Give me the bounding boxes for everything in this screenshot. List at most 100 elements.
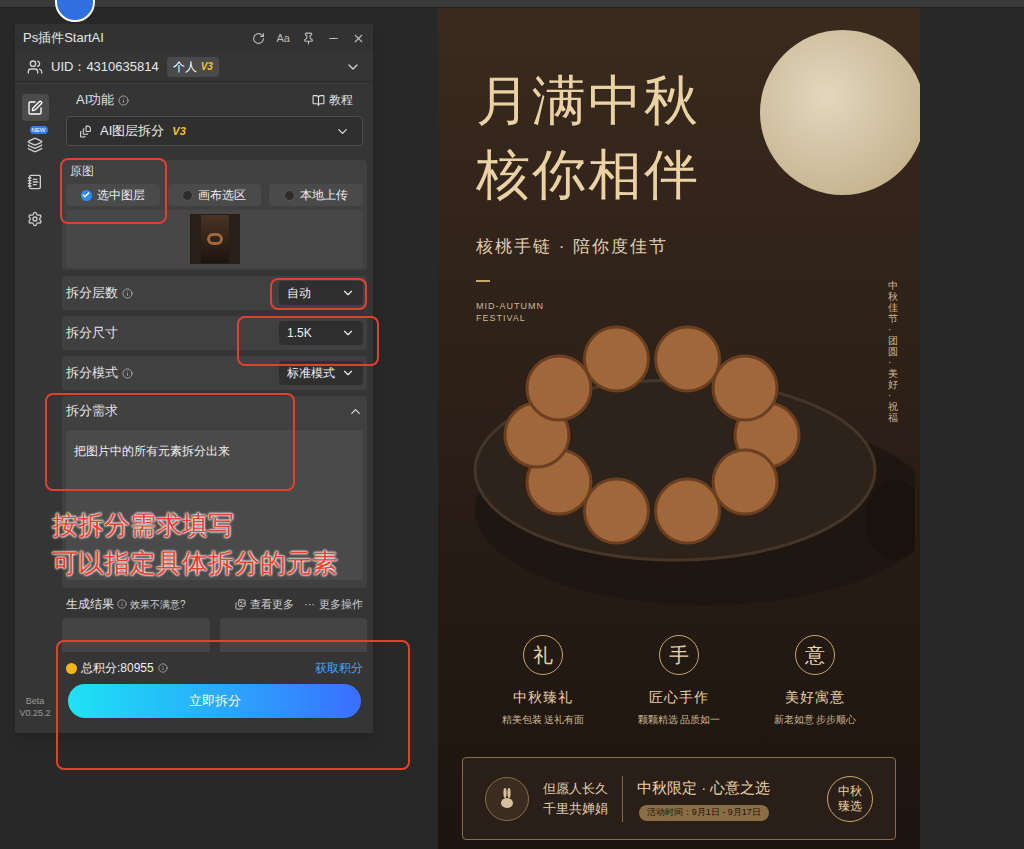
footer-seal: 中秋臻选	[827, 776, 873, 822]
feature: 手匠心手作颗颗精选 品质如一	[611, 635, 747, 727]
sidebar: NEW BetaV0.25.2	[15, 82, 55, 733]
user-row[interactable]: UID：4310635814 个人V3	[15, 52, 373, 82]
sidebar-item-icon	[27, 137, 43, 153]
radio-empty-icon	[182, 190, 193, 201]
info-icon[interactable]	[118, 95, 129, 106]
function-label: AI功能	[76, 90, 129, 110]
submit-button[interactable]: 立即拆分	[68, 684, 361, 718]
ruler	[0, 0, 1024, 8]
side-text: 中秋佳节·团圆·美好·祝福	[888, 280, 898, 423]
chevron-down-icon	[341, 326, 355, 340]
close-icon[interactable]	[352, 32, 365, 45]
poster-title: 月满中秋	[476, 64, 920, 138]
footer-offer: 中秋限定 · 心意之选活动时间：9月1日 - 9月17日	[637, 777, 770, 821]
setting-dropdown[interactable]: 1.5K	[279, 321, 363, 345]
new-badge: NEW	[30, 126, 48, 134]
info-icon[interactable]	[122, 368, 133, 379]
setting-row: 拆分尺寸1.5K	[62, 316, 367, 350]
poster-title: 核你相伴	[476, 138, 920, 212]
version: BetaV0.25.2	[19, 695, 50, 733]
result-card[interactable]	[220, 618, 368, 652]
info-icon[interactable]	[158, 663, 168, 673]
source-preview	[66, 210, 363, 268]
function-header: AI功能 教程	[62, 90, 367, 110]
radio-empty-icon	[284, 190, 295, 201]
chevron-down-icon	[341, 286, 355, 300]
radio-checked-icon	[81, 190, 92, 201]
results-hint[interactable]: 效果不满意?	[130, 597, 186, 612]
results-header: 生成结果效果不满意?查看更多···更多操作	[62, 596, 367, 612]
minimize-icon[interactable]	[327, 32, 340, 45]
window-controls: Aa	[252, 30, 365, 47]
refresh-icon[interactable]	[252, 32, 265, 45]
poster-header: 月满中秋核你相伴核桃手链 · 陪你度佳节 MID-AUTUMNFESTIVAL	[438, 8, 920, 324]
result-card[interactable]	[62, 618, 210, 652]
footer-divider	[622, 776, 623, 822]
setting-row: 拆分模式标准模式	[62, 356, 367, 390]
annotation-box	[237, 316, 379, 366]
pin-icon[interactable]	[302, 32, 315, 45]
source-radio[interactable]: 选中图层	[66, 184, 160, 206]
photoshop-workspace: Ps插件StartAI Aa UID：4310635814 个人V3 NEW BetaV0…	[0, 0, 1024, 849]
panel-main: AI功能 教程 AI图层拆分V3 原图选中图层画布选区本地上传拆分层数自动拆分尺寸1.…	[55, 82, 373, 733]
poster-features: 礼中秋臻礼精美包装 送礼有面手匠心手作颗颗精选 品质如一意美好寓意新老如意 步步…	[438, 635, 920, 727]
font-button[interactable]: Aa	[277, 30, 290, 47]
poster-footer: 但愿人长久千里共婵娟中秋限定 · 心意之选活动时间：9月1日 - 9月17日 中秋…	[462, 757, 896, 840]
book-icon	[312, 94, 325, 107]
poster-subtitle: 核桃手链 · 陪你度佳节	[476, 234, 920, 260]
annotation-box	[56, 640, 410, 770]
sidebar-item-icon	[27, 211, 43, 227]
info-icon[interactable]	[122, 288, 133, 299]
thumbnail	[190, 214, 240, 264]
annotation-box	[60, 158, 167, 224]
uid: UID：4310635814	[51, 57, 159, 77]
function-select[interactable]: AI图层拆分V3	[66, 116, 363, 146]
result-cards	[62, 618, 367, 652]
points-row: 总积分:80955获取积分	[66, 658, 363, 678]
sidebar-item[interactable]	[22, 94, 49, 121]
view-more[interactable]: 查看更多	[235, 596, 294, 613]
festival-text: MID-AUTUMNFESTIVAL	[476, 300, 920, 324]
get-points-link[interactable]: 获取积分	[315, 659, 363, 677]
setting-row: 拆分层数自动	[62, 276, 367, 310]
rabbit-icon	[485, 777, 529, 821]
poster-canvas: 中秋佳节·团圆·美好·祝福 月满中秋核你相伴核桃手链 · 陪你度佳节 MID-AUT…	[438, 8, 920, 849]
panel-title: Ps插件StartAI	[23, 28, 104, 48]
annotation-box	[45, 393, 295, 491]
sidebar-item-icon	[27, 100, 43, 116]
annotation-note: 按拆分需求填写可以指定具体拆分的元素	[52, 506, 338, 582]
panel-footer: 总积分:80955获取积分立即拆分	[62, 652, 367, 733]
annotation-box	[270, 278, 367, 310]
sidebar-item[interactable]: NEW	[22, 131, 49, 158]
info-icon[interactable]	[117, 599, 127, 609]
poem: 但愿人长久千里共婵娟	[543, 779, 608, 819]
sidebar-item-icon	[27, 174, 43, 190]
sidebar-item[interactable]	[22, 168, 49, 195]
panel-body: NEW BetaV0.25.2 AI功能 教程 AI图层拆分V3 原图选中图层画布选区本地…	[15, 82, 373, 733]
collapse-icon	[348, 404, 363, 419]
plan-badge: 个人V3	[167, 57, 219, 77]
sidebar-item[interactable]	[22, 205, 49, 232]
images-icon	[235, 599, 246, 610]
panel-header: Ps插件StartAI Aa	[15, 24, 373, 52]
plugin-panel: Ps插件StartAI Aa UID：4310635814 个人V3 NEW BetaV0…	[15, 24, 373, 733]
layers-split-icon	[79, 125, 92, 138]
more-actions[interactable]: ···更多操作	[304, 596, 363, 613]
walnut-bracelet-icon	[455, 320, 915, 620]
moon-icon	[760, 30, 920, 195]
requirement-header[interactable]: 拆分需求	[62, 396, 367, 426]
user-icon	[27, 59, 43, 75]
divider	[476, 280, 490, 282]
coin-icon	[66, 663, 77, 674]
tutorial-link[interactable]: 教程	[312, 91, 353, 109]
startai-logo-icon	[55, 0, 95, 22]
feature: 礼中秋臻礼精美包装 送礼有面	[475, 635, 611, 727]
source-radio[interactable]: 画布选区	[168, 184, 262, 206]
chevron-down-icon	[335, 124, 350, 139]
feature: 意美好寓意新老如意 步步顺心	[747, 635, 883, 727]
source-label: 原图	[66, 164, 363, 178]
setting-dropdown[interactable]: 自动	[279, 281, 363, 305]
expand-icon[interactable]	[345, 59, 361, 75]
source-section: 原图选中图层画布选区本地上传	[62, 160, 367, 270]
source-radio[interactable]: 本地上传	[269, 184, 363, 206]
